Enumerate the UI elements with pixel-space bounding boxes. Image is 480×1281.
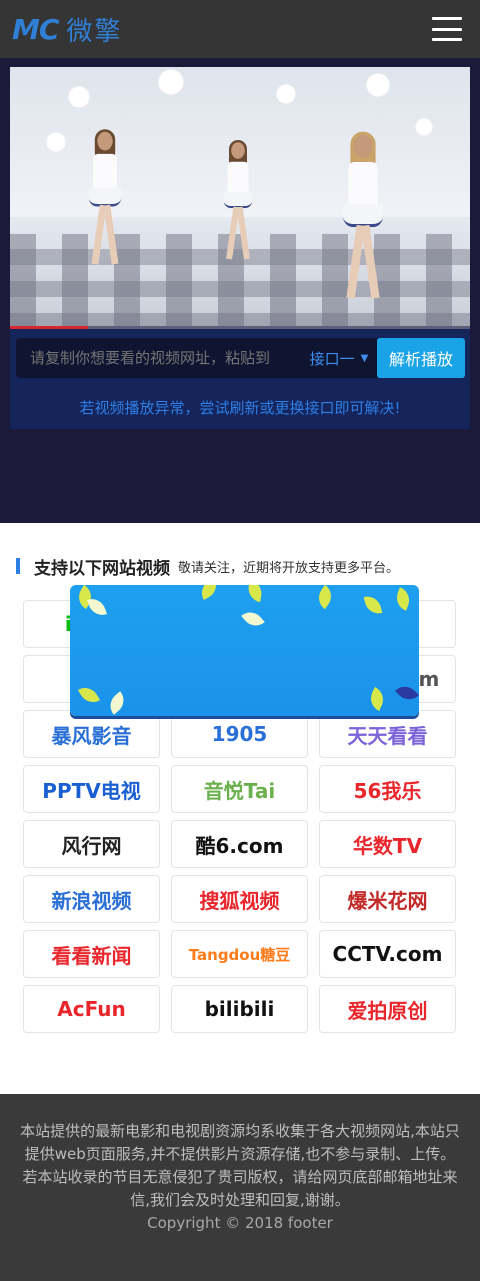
site-logo-text: AcFun (57, 997, 126, 1021)
site-logo-text: Tangdou糖豆 (188, 945, 291, 964)
logo-text: 微擎 (66, 16, 123, 47)
site-logo-tile[interactable]: 华数TV (319, 820, 456, 868)
site-logo-tile[interactable]: 搜狐视频 (171, 875, 308, 923)
site-logo-tile[interactable]: 新浪视频 (23, 875, 160, 923)
top-navbar: MC 微擎 (0, 0, 480, 58)
site-logo-text: 看看新闻 (51, 943, 132, 968)
player-area: 接口一 ▼ 解析播放 若视频播放异常，尝试刷新或更换接口即可解决! (0, 58, 480, 523)
site-logo-tile[interactable]: Tangdou糖豆 (171, 930, 308, 978)
video-url-input[interactable] (16, 338, 301, 378)
site-logo-tile[interactable]: 天天看看 (319, 710, 456, 758)
site-logo-text: 音悦Tai (203, 778, 276, 803)
logo-mark: MC (12, 12, 59, 46)
site-logo[interactable]: MC 微擎 (12, 11, 122, 48)
footer-copyright: Copyright © 2018 footer (147, 1214, 333, 1232)
help-tip: 若视频播放异常，尝试刷新或更换接口即可解决! (79, 399, 401, 417)
site-logo-tile[interactable]: 看看新闻 (23, 930, 160, 978)
parse-panel: 接口一 ▼ 解析播放 若视频播放异常，尝试刷新或更换接口即可解决! (10, 329, 470, 429)
section-subtitle: 敬请关注，近期将开放支持更多平台。 (178, 560, 400, 576)
dropdown-caret-icon: ▼ (360, 352, 369, 364)
hamburger-menu-icon[interactable] (432, 17, 462, 41)
site-logo-text: CCTV.com (332, 942, 443, 966)
site-logo-text: 爆米花网 (347, 888, 428, 913)
site-logo-tile[interactable]: CCTV.com (319, 930, 456, 978)
parse-play-button[interactable]: 解析播放 (377, 338, 465, 378)
site-logo-text: 天天看看 (347, 723, 428, 748)
port-select-label: 接口一 (309, 349, 355, 368)
site-logo-text: 风行网 (61, 833, 122, 858)
site-logo-tile[interactable]: AcFun (23, 985, 160, 1033)
site-logo-tile[interactable]: 暴风影音 (23, 710, 160, 758)
site-logo-text: 华数TV (352, 833, 423, 858)
site-logo-tile[interactable]: 1905 (171, 710, 308, 758)
video-frame-figure (85, 129, 124, 277)
page-footer: 本站提供的最新电影和电视剧资源均系收集于各大视频网站,本站只提供web页面服务,… (0, 1094, 480, 1281)
site-logo-tile[interactable]: PPTV电视 (23, 765, 160, 813)
site-logo-text: 搜狐视频 (199, 888, 280, 913)
site-logo-tile[interactable]: 爆米花网 (319, 875, 456, 923)
heading-accent-bar (16, 558, 20, 574)
section-title: 支持以下网站视频 (34, 558, 170, 579)
footer-copyright-notice: 若本站收录的节目无意侵犯了贵司版权，请给网页底部邮箱地址来信,我们会及时处理和回… (22, 1168, 458, 1209)
footer-disclaimer: 本站提供的最新电影和电视剧资源均系收集于各大视频网站,本站只提供web页面服务,… (20, 1122, 460, 1163)
site-logo-text: PPTV电视 (42, 778, 141, 803)
site-logo-text: bilibili (204, 997, 275, 1021)
floating-ad-banner[interactable] (70, 585, 419, 716)
video-player[interactable] (10, 67, 470, 329)
site-logo-tile[interactable]: 风行网 (23, 820, 160, 868)
site-logo-text: 爱拍原创 (347, 998, 428, 1023)
parse-form: 接口一 ▼ 解析播放 (16, 338, 465, 378)
site-logo-text: 暴风影音 (51, 723, 132, 748)
site-logo-text: 新浪视频 (51, 888, 132, 913)
site-logo-tile[interactable]: 酷6.com (171, 820, 308, 868)
section-heading: 支持以下网站视频 敬请关注，近期将开放支持更多平台。 (16, 556, 400, 579)
video-frame-figure (221, 140, 256, 270)
site-logo-text: 56我乐 (353, 778, 422, 803)
site-logo-tile[interactable]: 56我乐 (319, 765, 456, 813)
site-logo-text: 1905 (211, 722, 268, 746)
port-select[interactable]: 接口一 ▼ (301, 338, 377, 378)
video-frame-figure (339, 131, 387, 314)
site-logo-tile[interactable]: 音悦Tai (171, 765, 308, 813)
site-logo-text: 酷6.com (195, 833, 284, 858)
site-logo-tile[interactable]: bilibili (171, 985, 308, 1033)
site-logo-tile[interactable]: 爱拍原创 (319, 985, 456, 1033)
